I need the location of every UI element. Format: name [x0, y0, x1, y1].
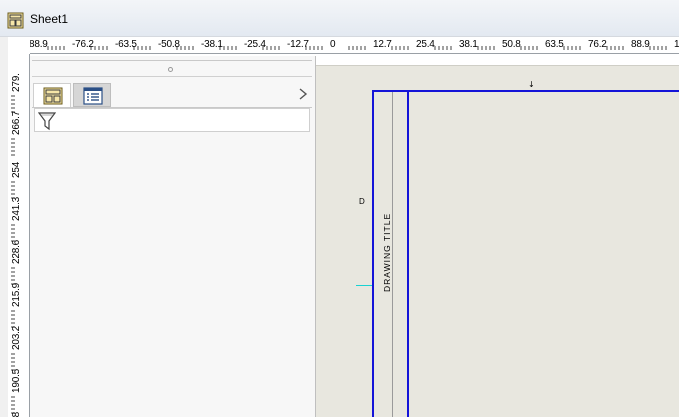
title-block-line: [392, 92, 393, 417]
ruler-label: 0: [330, 39, 336, 50]
zone-letter: D: [359, 197, 365, 206]
ruler-label: 50.8: [502, 39, 521, 50]
selection-marker: [356, 285, 372, 286]
panel-grip-line: [32, 60, 312, 61]
ruler-label: -76.2: [72, 39, 94, 50]
vertical-ruler[interactable]: 279. 266.7 254 241.3 228.6 215.9 203.2 190.5 177…: [8, 54, 30, 417]
ruler-label: 266.7: [11, 110, 22, 135]
drawing-sheet-icon: [7, 12, 24, 29]
ruler-label: 101: [674, 39, 679, 50]
filter-icon[interactable]: [38, 111, 56, 131]
ruler-label: 25.4: [416, 39, 435, 50]
ruler-label: 38.1: [459, 39, 478, 50]
ruler-label: 228.6: [11, 239, 22, 264]
title-block-border: [407, 92, 409, 417]
ruler-label: 190.5: [11, 368, 22, 393]
ruler-label: 63.5: [545, 39, 564, 50]
ruler-label: 88.9: [631, 39, 650, 50]
panel-separator: [32, 76, 312, 77]
window-title: Sheet1: [30, 12, 69, 26]
property-panel: [30, 56, 316, 417]
ruler-label: 76.2: [588, 39, 607, 50]
ruler-label: -25.4: [244, 39, 266, 50]
origin-marker-icon: ↓: [528, 80, 535, 89]
ruler-label: 215.9: [11, 282, 22, 307]
ruler-label: -12.7: [287, 39, 309, 50]
sheet-format-icon: [43, 87, 63, 105]
ruler-label: -38.1: [201, 39, 223, 50]
tab-sheet-format[interactable]: [33, 83, 71, 107]
ruler-label: 12.7: [373, 39, 392, 50]
properties-list-icon: [83, 87, 103, 105]
title-bar: Sheet1: [0, 0, 679, 37]
drawing-title-text[interactable]: DRAWING TITLE: [382, 213, 392, 292]
ruler-label: -50.8: [158, 39, 180, 50]
canvas-top-strip: [316, 56, 679, 65]
ruler-label: 254: [11, 161, 22, 178]
left-gutter: [0, 37, 8, 417]
ruler-label: 88.9: [30, 39, 48, 50]
drawing-canvas[interactable]: ↓ D DRAWING TITLE: [316, 56, 679, 417]
ruler-label: 177.8: [11, 412, 22, 417]
vertical-ruler-ticks: [11, 95, 15, 414]
horizontal-ruler[interactable]: 88.9 -76.2 -63.5 -50.8 -38.1 -25.4 -12.7 0 12.7 2…: [30, 37, 679, 54]
ruler-label: -63.5: [115, 39, 137, 50]
ruler-label: 241.3: [11, 196, 22, 221]
ruler-corner: [8, 37, 30, 54]
chevron-right-icon[interactable]: [296, 86, 310, 102]
panel-resize-handle[interactable]: [168, 67, 173, 72]
filter-bar[interactable]: [34, 108, 310, 132]
ruler-label: 279.: [11, 73, 22, 92]
tab-properties[interactable]: [73, 83, 111, 107]
ruler-label: 203.2: [11, 325, 22, 350]
canvas-top-line: [316, 65, 679, 66]
sheet-border[interactable]: [372, 90, 679, 417]
